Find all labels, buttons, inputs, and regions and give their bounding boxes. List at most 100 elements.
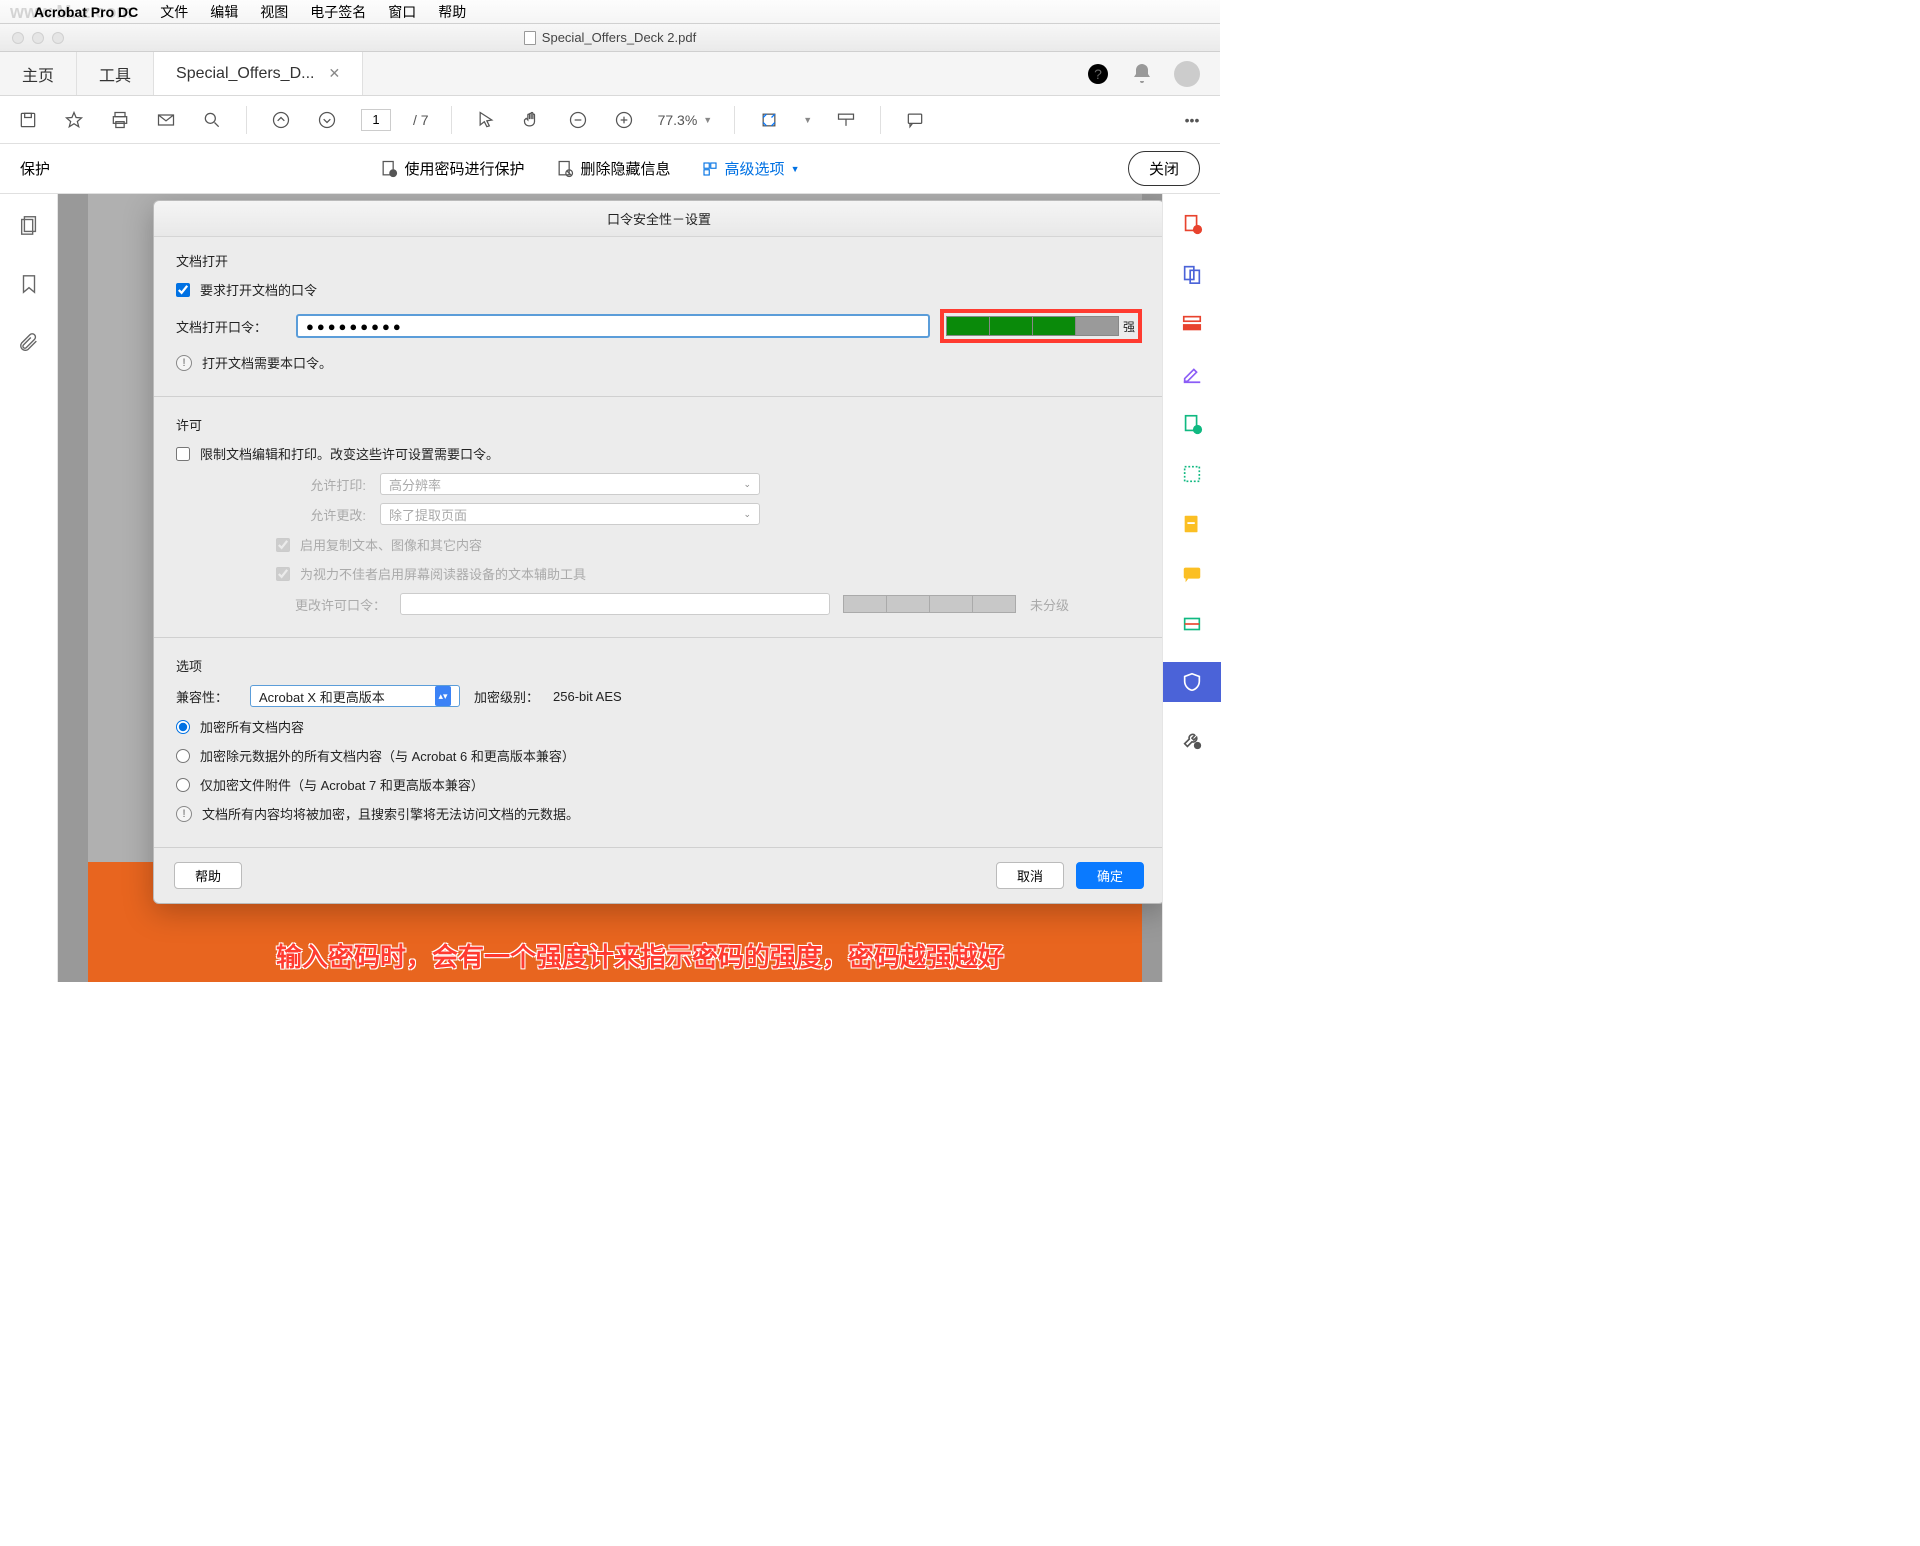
- bell-icon[interactable]: [1130, 62, 1154, 86]
- require-open-label: 要求打开文档的口令: [200, 280, 317, 299]
- restrict-checkbox[interactable]: [176, 447, 190, 461]
- protect-label: 保护: [20, 158, 50, 179]
- page-number-input[interactable]: [361, 109, 391, 131]
- close-icon[interactable]: ✕: [328, 65, 340, 82]
- edit-icon[interactable]: [1180, 362, 1204, 386]
- document-icon: [524, 31, 536, 45]
- unrated-label: 未分级: [1030, 595, 1069, 614]
- menu-window[interactable]: 窗口: [388, 2, 416, 22]
- svg-text:+: +: [1195, 225, 1200, 234]
- close-button[interactable]: 关闭: [1128, 151, 1200, 186]
- require-open-checkbox[interactable]: [176, 283, 190, 297]
- open-password-input[interactable]: [296, 314, 930, 338]
- tutorial-caption: 输入密码时，会有一个强度计来指示密码的强度，密码越强越好: [178, 937, 1102, 974]
- save-icon[interactable]: [16, 108, 40, 132]
- password-security-dialog: 口令安全性－设置 文档打开 要求打开文档的口令 文档打开口令： 强 !: [153, 200, 1162, 904]
- mac-menubar: Acrobat Pro DC 文件 编辑 视图 电子签名 窗口 帮助: [0, 0, 1220, 24]
- protect-redact[interactable]: 删除隐藏信息: [555, 158, 671, 179]
- more-tools-icon[interactable]: +: [1180, 728, 1204, 752]
- zoom-dropdown[interactable]: 77.3%▼: [658, 112, 713, 128]
- section-permissions: 许可: [176, 415, 1142, 434]
- zoom-out-icon[interactable]: [566, 108, 590, 132]
- dialog-title: 口令安全性－设置: [154, 201, 1162, 237]
- help-icon[interactable]: ?: [1086, 62, 1110, 86]
- create-pdf-icon[interactable]: +: [1180, 212, 1204, 236]
- help-button[interactable]: 帮助: [174, 862, 242, 889]
- menu-edit[interactable]: 编辑: [210, 2, 238, 22]
- open-password-label: 文档打开口令：: [176, 317, 286, 336]
- tab-document[interactable]: Special_Offers_D...✕: [154, 52, 363, 95]
- strength-meter: 强: [940, 309, 1142, 343]
- menu-view[interactable]: 视图: [260, 2, 288, 22]
- enc-all-radio[interactable]: [176, 720, 190, 734]
- document-area: Nov. 30, 2014 口令安全性－设置 文档打开 要求打开文档的口令 文档…: [58, 194, 1162, 982]
- enc-attachments-radio[interactable]: [176, 778, 190, 792]
- perm-password-input: [400, 593, 830, 615]
- tab-tools[interactable]: 工具: [77, 52, 154, 95]
- ruler-icon[interactable]: [834, 108, 858, 132]
- enc-level-value: 256-bit AES: [553, 689, 622, 704]
- allow-change-select: 除了提取页面⌄: [380, 503, 760, 525]
- zoom-in-icon[interactable]: [612, 108, 636, 132]
- enc-hint: 文档所有内容均将被加密，且搜索引擎将无法访问文档的元数据。: [202, 804, 579, 823]
- attachment-icon[interactable]: [18, 332, 40, 359]
- protect-password[interactable]: 使用密码进行保护: [379, 158, 525, 179]
- window-title: Special_Offers_Deck 2.pdf: [542, 30, 696, 45]
- enable-reader-checkbox: [276, 567, 290, 581]
- change-perm-label: 更改许可口令：: [276, 595, 386, 614]
- comment-icon[interactable]: [903, 108, 927, 132]
- menu-file[interactable]: 文件: [160, 2, 188, 22]
- page-total: / 7: [413, 112, 429, 128]
- watermark: www.M..z.com: [10, 2, 132, 23]
- comment-tool-icon[interactable]: [1180, 562, 1204, 586]
- more-icon[interactable]: •••: [1180, 108, 1204, 132]
- open-hint: 打开文档需要本口令。: [202, 353, 332, 372]
- svg-text:?: ?: [1094, 66, 1102, 82]
- main-toolbar: / 7 77.3%▼ ▼ •••: [0, 96, 1220, 144]
- mail-icon[interactable]: [154, 108, 178, 132]
- svg-text:+: +: [1195, 425, 1200, 434]
- protect-tool-icon[interactable]: [1163, 662, 1221, 702]
- bookmark-icon[interactable]: [18, 273, 40, 300]
- enable-copy-checkbox: [276, 538, 290, 552]
- app-tabs: 主页 工具 Special_Offers_D...✕ ?: [0, 52, 1220, 96]
- left-sidebar: [0, 194, 58, 982]
- hand-icon[interactable]: [520, 108, 544, 132]
- scan-icon[interactable]: [1180, 612, 1204, 636]
- tab-home[interactable]: 主页: [0, 52, 77, 95]
- page-down-icon[interactable]: [315, 108, 339, 132]
- cancel-button[interactable]: 取消: [996, 862, 1064, 889]
- export-icon[interactable]: +: [1180, 412, 1204, 436]
- allow-print-label: 允许打印:: [276, 475, 366, 494]
- search-icon[interactable]: [200, 108, 224, 132]
- print-icon[interactable]: [108, 108, 132, 132]
- svg-text:+: +: [1195, 741, 1200, 750]
- fit-icon[interactable]: [757, 108, 781, 132]
- info-icon: !: [176, 355, 192, 371]
- compat-select[interactable]: Acrobat X 和更高版本▴▾: [250, 685, 460, 707]
- section-open: 文档打开: [176, 251, 1142, 270]
- avatar[interactable]: [1174, 61, 1200, 87]
- star-icon[interactable]: [62, 108, 86, 132]
- perm-strength: [844, 595, 1016, 613]
- menu-esign[interactable]: 电子签名: [310, 2, 366, 22]
- page-up-icon[interactable]: [269, 108, 293, 132]
- protect-advanced[interactable]: 高级选项▼: [701, 158, 800, 179]
- section-options: 选项: [176, 656, 1142, 675]
- menu-help[interactable]: 帮助: [438, 2, 466, 22]
- right-sidebar: + + +: [1162, 194, 1220, 982]
- pages-icon[interactable]: [18, 214, 40, 241]
- sign-icon[interactable]: [1180, 512, 1204, 536]
- compress-icon[interactable]: [1180, 462, 1204, 486]
- combine-icon[interactable]: [1180, 262, 1204, 286]
- enc-level-label: 加密级别：: [474, 687, 539, 706]
- restrict-label: 限制文档编辑和打印。改变这些许可设置需要口令。: [200, 444, 499, 463]
- pointer-icon[interactable]: [474, 108, 498, 132]
- protect-bar: 保护 使用密码进行保护 删除隐藏信息 高级选项▼ 关闭: [0, 144, 1220, 194]
- compat-label: 兼容性：: [176, 687, 236, 706]
- ok-button[interactable]: 确定: [1076, 862, 1144, 889]
- organize-icon[interactable]: [1180, 312, 1204, 336]
- allow-change-label: 允许更改:: [276, 505, 366, 524]
- enc-except-meta-radio[interactable]: [176, 749, 190, 763]
- info-icon: !: [176, 806, 192, 822]
